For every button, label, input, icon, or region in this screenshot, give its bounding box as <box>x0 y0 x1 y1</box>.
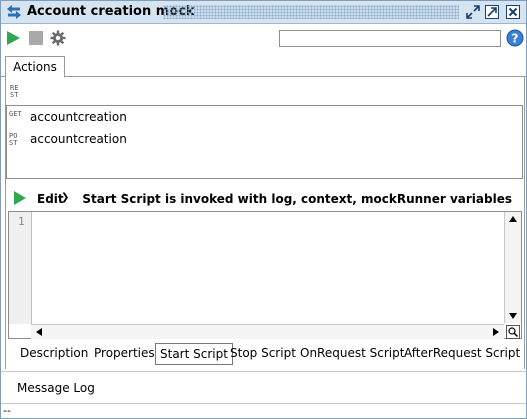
actions-list: GET accountcreation PO ST accountcreation <box>6 105 523 179</box>
status-bar-text: -- <box>3 404 11 417</box>
post-method-icon: PO ST <box>9 132 18 147</box>
mock-window: Account creation mock ? Actions RE ST GE… <box>0 0 527 419</box>
help-icon[interactable]: ? <box>506 29 524 47</box>
zoom-icon[interactable] <box>506 325 520 339</box>
settings-icon[interactable] <box>50 30 66 46</box>
rest-service-icon: RE ST <box>10 84 19 99</box>
divider <box>1 403 526 404</box>
stop-icon[interactable] <box>28 30 44 46</box>
scroll-right-icon[interactable] <box>493 328 499 336</box>
divider <box>1 371 526 372</box>
mock-toolbar: ? <box>1 24 526 52</box>
line-number-gutter: 1 <box>9 212 32 324</box>
horizontal-scrollbar[interactable] <box>31 324 504 339</box>
scroll-left-icon[interactable] <box>36 328 42 336</box>
scroll-up-icon[interactable] <box>509 216 517 222</box>
svg-text:?: ? <box>512 32 519 46</box>
tab-onrequest-script[interactable]: OnRequest Script <box>300 343 404 363</box>
title-bar[interactable]: Account creation mock <box>1 1 526 24</box>
maximize-icon[interactable] <box>484 4 500 20</box>
action-name: accountcreation <box>30 132 127 146</box>
line-number: 1 <box>18 215 25 228</box>
action-row[interactable]: PO ST accountcreation <box>7 130 522 150</box>
search-input[interactable] <box>279 30 501 47</box>
action-row[interactable]: GET accountcreation <box>7 108 522 128</box>
tab-stop-script[interactable]: Stop Script <box>230 343 296 363</box>
run-script-icon[interactable] <box>13 191 27 205</box>
script-info-text: Start Script is invoked with log, contex… <box>82 192 512 206</box>
restore-icon[interactable] <box>465 4 481 20</box>
tab-strip: Actions <box>1 54 526 78</box>
script-editor[interactable]: 1 <box>8 211 522 339</box>
tab-description[interactable]: Description <box>20 343 88 363</box>
tab-properties[interactable]: Properties <box>94 343 155 363</box>
swap-arrows-icon <box>7 5 21 19</box>
edit-menu[interactable]: Edit <box>37 192 64 206</box>
action-name: accountcreation <box>30 110 127 124</box>
tab-afterrequest-script[interactable]: AfterRequest Script <box>404 343 520 363</box>
scroll-down-icon[interactable] <box>509 313 517 319</box>
chevron-down-icon[interactable]: ❯ <box>61 192 69 203</box>
script-tabs: Description Properties Start Script Stop… <box>1 341 526 365</box>
vertical-scrollbar[interactable] <box>504 212 521 323</box>
tab-start-script[interactable]: Start Script <box>155 343 233 365</box>
get-method-icon: GET <box>9 110 22 118</box>
message-log-tab[interactable]: Message Log <box>17 381 95 395</box>
close-icon[interactable] <box>505 4 521 20</box>
tab-actions[interactable]: Actions <box>5 56 65 78</box>
title-bar-grip <box>163 5 459 19</box>
run-icon[interactable] <box>5 30 21 46</box>
